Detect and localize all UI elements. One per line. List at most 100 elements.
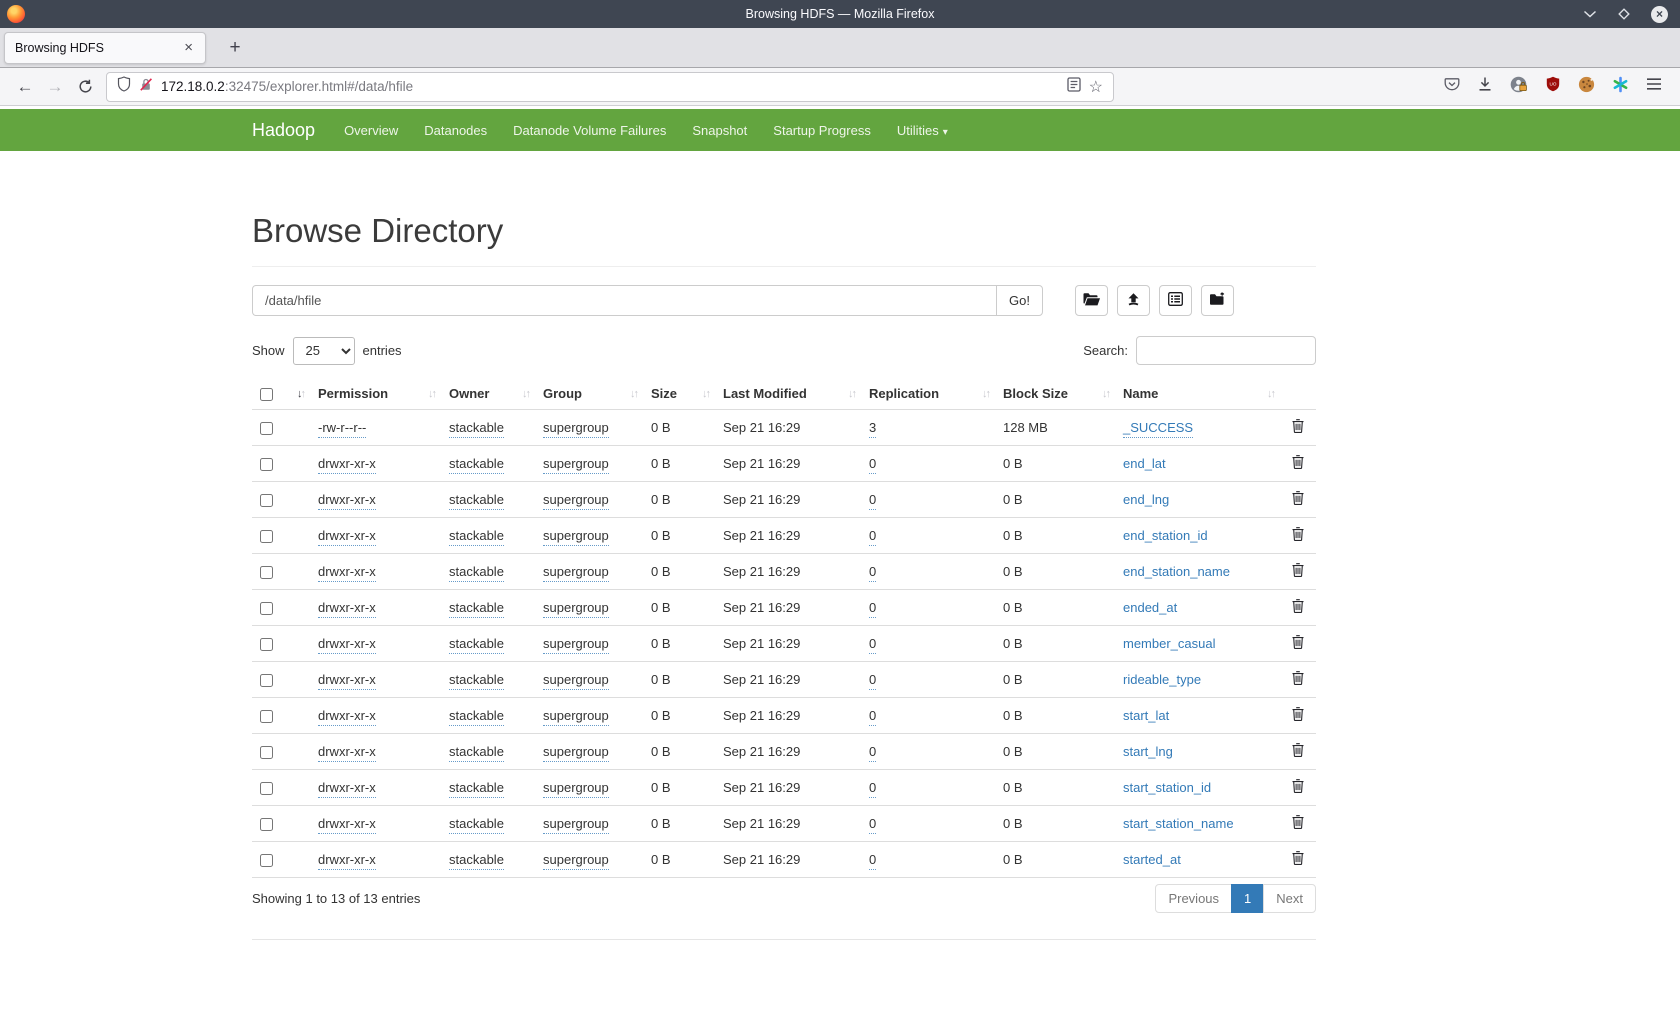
select-all-checkbox[interactable] — [260, 388, 273, 401]
row-checkbox[interactable] — [260, 530, 273, 543]
file-link[interactable]: ended_at — [1123, 600, 1177, 615]
group-value[interactable]: supergroup — [543, 528, 609, 546]
owner-value[interactable]: stackable — [449, 420, 504, 438]
row-checkbox[interactable] — [260, 494, 273, 507]
sort-icon[interactable]: ↓↑ — [1267, 388, 1274, 400]
upload-files-button[interactable] — [1117, 285, 1150, 316]
owner-value[interactable]: stackable — [449, 744, 504, 762]
directory-path-input[interactable] — [252, 285, 997, 316]
close-window-icon[interactable]: × — [1651, 6, 1668, 23]
file-link[interactable]: start_lat — [1123, 708, 1169, 723]
owner-value[interactable]: stackable — [449, 456, 504, 474]
reload-button[interactable] — [70, 79, 100, 94]
sort-icon[interactable]: ↓↑ — [297, 388, 304, 400]
replication-value[interactable]: 0 — [869, 708, 876, 726]
go-button[interactable]: Go! — [996, 285, 1043, 316]
sort-icon[interactable]: ↓↑ — [702, 388, 709, 400]
delete-icon[interactable] — [1292, 527, 1304, 544]
group-value[interactable]: supergroup — [543, 492, 609, 510]
file-link[interactable]: end_lat — [1123, 456, 1166, 471]
delete-icon[interactable] — [1292, 707, 1304, 724]
row-checkbox[interactable] — [260, 566, 273, 579]
sort-icon[interactable]: ↓↑ — [848, 388, 855, 400]
pagination-page-1[interactable]: 1 — [1232, 884, 1264, 913]
owner-value[interactable]: stackable — [449, 636, 504, 654]
file-link[interactable]: end_lng — [1123, 492, 1169, 507]
column-header-last-modified[interactable]: Last Modified↓↑ — [715, 378, 861, 410]
delete-icon[interactable] — [1292, 743, 1304, 760]
nav-item-datanodes[interactable]: Datanodes — [411, 123, 500, 138]
row-checkbox[interactable] — [260, 458, 273, 471]
row-checkbox[interactable] — [260, 638, 273, 651]
replication-value[interactable]: 3 — [869, 420, 876, 438]
cookie-extension-icon[interactable] — [1578, 76, 1595, 98]
permission-value[interactable]: drwxr-xr-x — [318, 744, 376, 762]
column-header-name[interactable]: Name↓↑ — [1115, 378, 1280, 410]
owner-value[interactable]: stackable — [449, 672, 504, 690]
nav-item-datanode-volume-failures[interactable]: Datanode Volume Failures — [500, 123, 679, 138]
permission-value[interactable]: drwxr-xr-x — [318, 456, 376, 474]
group-value[interactable]: supergroup — [543, 420, 609, 438]
shield-icon[interactable] — [117, 76, 131, 97]
replication-value[interactable]: 0 — [869, 636, 876, 654]
previous-button[interactable]: Previous — [1155, 884, 1232, 913]
pocket-icon[interactable] — [1444, 76, 1460, 97]
permission-value[interactable]: drwxr-xr-x — [318, 780, 376, 798]
column-header-group[interactable]: Group↓↑ — [535, 378, 643, 410]
search-input[interactable] — [1136, 336, 1316, 365]
column-header-size[interactable]: Size↓↑ — [643, 378, 715, 410]
file-link[interactable]: member_casual — [1123, 636, 1216, 651]
page-1-button[interactable]: 1 — [1231, 884, 1264, 913]
back-button[interactable]: ← — [10, 77, 40, 97]
permission-value[interactable]: drwxr-xr-x — [318, 564, 376, 582]
pagination-next[interactable]: Next — [1264, 884, 1316, 913]
menu-icon[interactable] — [1646, 77, 1662, 96]
nav-item-overview[interactable]: Overview — [331, 123, 411, 138]
row-checkbox[interactable] — [260, 710, 273, 723]
file-link[interactable]: start_station_id — [1123, 780, 1211, 795]
sort-icon[interactable]: ↓↑ — [428, 388, 435, 400]
asterisk-extension-icon[interactable] — [1612, 76, 1629, 98]
file-link[interactable]: end_station_id — [1123, 528, 1208, 543]
file-link[interactable]: rideable_type — [1123, 672, 1201, 687]
delete-icon[interactable] — [1292, 635, 1304, 652]
next-button[interactable]: Next — [1263, 884, 1316, 913]
permission-value[interactable]: drwxr-xr-x — [318, 852, 376, 870]
row-checkbox[interactable] — [260, 674, 273, 687]
bookmark-star-icon[interactable]: ☆ — [1089, 77, 1103, 97]
sort-icon[interactable]: ↓↑ — [982, 388, 989, 400]
url-bar[interactable]: 172.18.0.2:32475/explorer.html#/data/hfi… — [106, 72, 1114, 102]
page-size-select[interactable]: 25 — [293, 337, 355, 365]
row-checkbox[interactable] — [260, 854, 273, 867]
replication-value[interactable]: 0 — [869, 744, 876, 762]
tab-close-icon[interactable]: × — [182, 39, 195, 56]
group-value[interactable]: supergroup — [543, 600, 609, 618]
replication-value[interactable]: 0 — [869, 600, 876, 618]
replication-value[interactable]: 0 — [869, 852, 876, 870]
column-header-replication[interactable]: Replication↓↑ — [861, 378, 995, 410]
nav-item-utilities-dropdown[interactable]: Utilities▾ — [884, 123, 961, 138]
group-value[interactable]: supergroup — [543, 564, 609, 582]
forward-button[interactable]: → — [40, 77, 70, 97]
column-header-block-size[interactable]: Block Size↓↑ — [995, 378, 1115, 410]
replication-value[interactable]: 0 — [869, 492, 876, 510]
sort-icon[interactable]: ↓↑ — [1102, 388, 1109, 400]
replication-value[interactable]: 0 — [869, 564, 876, 582]
group-value[interactable]: supergroup — [543, 744, 609, 762]
owner-value[interactable]: stackable — [449, 852, 504, 870]
permission-value[interactable]: drwxr-xr-x — [318, 708, 376, 726]
replication-value[interactable]: 0 — [869, 672, 876, 690]
file-link[interactable]: started_at — [1123, 852, 1181, 867]
file-link[interactable]: _SUCCESS — [1123, 420, 1193, 438]
delete-icon[interactable] — [1292, 491, 1304, 508]
owner-value[interactable]: stackable — [449, 708, 504, 726]
owner-value[interactable]: stackable — [449, 816, 504, 834]
delete-icon[interactable] — [1292, 419, 1304, 436]
list-view-button[interactable] — [1159, 285, 1192, 316]
row-checkbox[interactable] — [260, 602, 273, 615]
group-value[interactable]: supergroup — [543, 636, 609, 654]
permission-value[interactable]: -rw-r--r-- — [318, 420, 366, 438]
owner-value[interactable]: stackable — [449, 492, 504, 510]
insecure-lock-icon[interactable] — [139, 77, 153, 97]
ublock-origin-icon[interactable]: UO — [1545, 76, 1561, 97]
